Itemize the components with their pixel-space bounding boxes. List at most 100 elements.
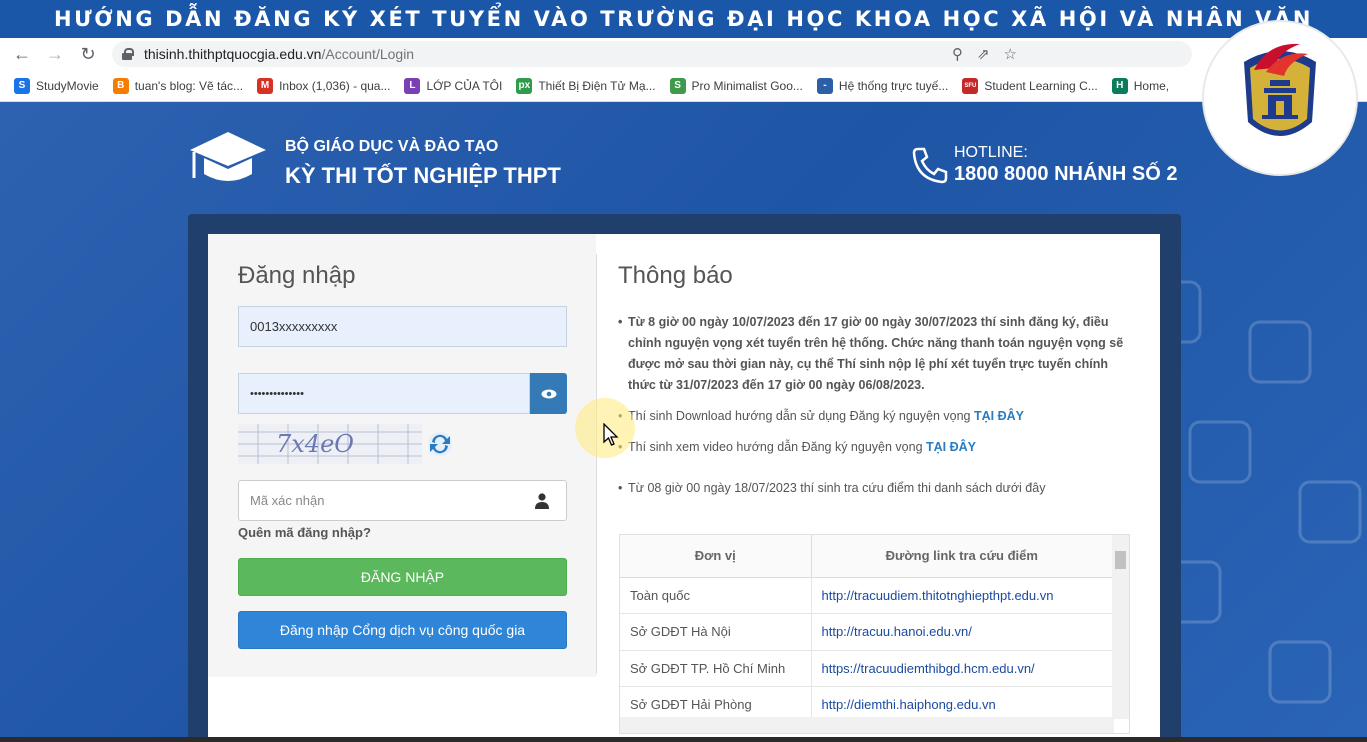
banner-title: HƯỚNG DẪN ĐĂNG KÝ XÉT TUYỂN VÀO TRƯỜNG Đ… [53,7,1314,31]
scrollbar-thumb[interactable] [1115,551,1126,569]
bookmark-label: Student Learning C... [984,78,1098,93]
video-guide-link[interactable]: TẠI ĐÂY [926,440,976,454]
bookmark-item[interactable]: SFU Student Learning C... [962,77,1098,94]
password-value: •••••••••••••• [250,387,304,400]
bookmark-label: StudyMovie [36,78,99,93]
bookmark-favicon-icon: M [257,77,274,94]
bookmark-item[interactable]: - Hệ thống trực tuyế... [816,77,949,94]
bookmark-item[interactable]: Btuan's blog: Vẽ tác... [112,77,244,94]
university-emblem-icon [1244,43,1316,136]
bookmark-favicon-icon: S [14,77,30,94]
url-host: thisinh.thithptquocgia.edu.vn [144,46,322,62]
url-path: /Account/Login [321,46,415,62]
exam-title: KỲ THI TỐT NGHIỆP THPT [285,163,561,188]
notice-item: Thí sinh xem video hướng dẫn Đăng ký ngu… [618,437,1133,458]
bookmark-label: Home, [1133,78,1170,93]
notice-list: Từ 8 giờ 00 ngày 10/07/2023 đến 17 giờ 0… [618,312,1133,499]
bookmark-item[interactable]: H Home, [1111,77,1170,94]
unit-cell: Sở GDĐT TP. Hồ Chí Minh [620,650,812,687]
login-pane: Đăng nhập 0013xxxxxxxxx •••••••••••••• 7… [208,234,596,677]
notice-item: Thí sinh Download hướng dẫn sử dụng Đăng… [618,406,1133,427]
graduation-cap-icon [190,132,266,181]
bookmark-label: tuan's blog: Vẽ tác... [134,78,244,93]
key-icon[interactable]: ⚲ [952,45,963,63]
reload-icon[interactable]: ↻ [77,43,99,65]
login-card: Đăng nhập 0013xxxxxxxxx •••••••••••••• 7… [208,234,1160,742]
bookmark-favicon-icon: S [669,77,686,94]
notice-item: Từ 8 giờ 00 ngày 10/07/2023 đến 17 giờ 0… [618,312,1133,396]
login-title: Đăng nhập [238,262,356,289]
mouse-cursor-icon [603,423,619,446]
bookmark-label: LỚP CỦA TÔI [426,78,503,93]
link-cell: https://tracuudiemthibgd.hcm.edu.vn/ [811,650,1113,687]
share-icon[interactable]: ⇗ [977,45,990,63]
captcha-code-placeholder: Mã xác nhận [250,493,325,508]
browser-toolbar: ← → ↻ thisinh.thithptquocgia.edu.vn/Acco… [0,38,1367,70]
bookmark-favicon-icon: SFU [962,77,979,94]
bookmark-favicon-icon: - [816,77,833,94]
table-horizontal-scrollbar[interactable] [620,717,1114,733]
unit-cell: Toàn quốc [620,577,812,614]
hotline-number: 1800 8000 NHÁNH SỐ 2 [954,163,1178,185]
score-lookup-link[interactable]: http://tracuudiem.thitotnghiepthpt.edu.v… [822,588,1054,603]
ministry-title: BỘ GIÁO DỤC VÀ ĐÀO TẠO [285,138,499,155]
bookmark-star-icon[interactable]: ☆ [1004,45,1017,63]
bookmark-label: Hệ thống trực tuyế... [838,78,949,93]
download-guide-link[interactable]: TẠI ĐÂY [974,409,1024,423]
captcha-code-input[interactable]: Mã xác nhận [238,480,567,521]
notice-text: Thí sinh Download hướng dẫn sử dụng Đăng… [628,409,974,423]
table-row: Sở GDĐT Hà Nội http://tracuu.hanoi.edu.v… [620,613,1113,651]
score-lookup-link[interactable]: https://tracuudiemthibgd.hcm.edu.vn/ [822,661,1035,676]
notice-title: Thông báo [618,262,733,289]
table-vertical-scrollbar[interactable] [1112,535,1129,719]
login-button[interactable]: ĐĂNG NHẬP [238,558,567,596]
bookmark-label: Thiết Bị Điện Tử Mạ... [538,78,656,93]
bookmark-favicon-icon: L [404,77,421,94]
score-lookup-table: Đơn vị Đường link tra cứu điểm Toàn quốc… [619,534,1130,734]
bookmark-item[interactable]: M Inbox (1,036) - qua... [257,77,391,94]
link-cell: http://tracuu.hanoi.edu.vn/ [811,613,1113,651]
eye-icon [541,389,556,398]
user-icon [535,493,549,509]
table-row: Sở GDĐT TP. Hồ Chí Minh https://tracuudi… [620,650,1113,687]
unit-cell: Sở GDĐT Hà Nội [620,613,812,651]
column-header: Đường link tra cứu điểm [811,535,1113,578]
password-input[interactable]: •••••••••••••• [238,373,530,414]
bookmark-label: Inbox (1,036) - qua... [279,78,391,93]
table-row: Toàn quốc http://tracuudiem.thitotnghiep… [620,577,1113,614]
address-bar[interactable]: thisinh.thithptquocgia.edu.vn/Account/Lo… [112,41,1192,67]
bookmarks-bar: S StudyMovie Btuan's blog: Vẽ tác... M Inbox… [0,70,1367,102]
lock-icon [122,48,134,60]
table-header-row: Đơn vị Đường link tra cứu điểm [620,535,1113,578]
score-lookup-link[interactable]: http://tracuu.hanoi.edu.vn/ [822,624,972,639]
bookmark-label: Pro Minimalist Goo... [691,78,803,93]
bookmark-favicon-icon: H [1111,77,1128,94]
forward-arrow-icon[interactable]: → [44,43,66,65]
phone-icon [912,147,948,184]
captcha-image: 7x4eO [238,424,422,464]
bookmark-item[interactable]: S Pro Minimalist Goo... [669,77,803,94]
column-header: Đơn vị [620,535,812,578]
link-cell: http://tracuudiem.thitotnghiepthpt.edu.v… [811,577,1113,614]
pane-divider [596,254,597,674]
username-value: 0013xxxxxxxxx [250,319,338,334]
notice-item: Từ 08 giờ 00 ngày 18/07/2023 thí sinh tr… [618,478,1133,499]
captcha-text: 7x4eO [276,430,354,458]
refresh-captcha-icon[interactable] [426,430,454,458]
bookmark-item[interactable]: S StudyMovie [14,77,99,94]
video-title-banner: HƯỚNG DẪN ĐĂNG KÝ XÉT TUYỂN VÀO TRƯỜNG Đ… [0,0,1367,38]
back-arrow-icon[interactable]: ← [11,43,33,65]
show-password-button[interactable] [530,373,567,414]
username-input[interactable]: 0013xxxxxxxxx [238,306,567,347]
bookmark-item[interactable]: px Thiết Bị Điện Tử Mạ... [516,77,656,94]
bookmark-favicon-icon: px [516,77,533,94]
bookmark-item[interactable]: L LỚP CỦA TÔI [404,77,503,94]
national-portal-login-button[interactable]: Đăng nhập Cổng dịch vụ công quốc gia [238,611,567,649]
bookmark-favicon-icon: B [112,77,129,94]
video-bottom-strip [0,737,1367,742]
forgot-code-link[interactable]: Quên mã đăng nhập? [238,525,371,540]
score-lookup-link[interactable]: http://diemthi.haiphong.edu.vn [822,697,996,712]
notice-text: Thí sinh xem video hướng dẫn Đăng ký ngu… [628,440,926,454]
hotline-label: HOTLINE: [954,144,1028,161]
university-logo [1204,22,1356,174]
